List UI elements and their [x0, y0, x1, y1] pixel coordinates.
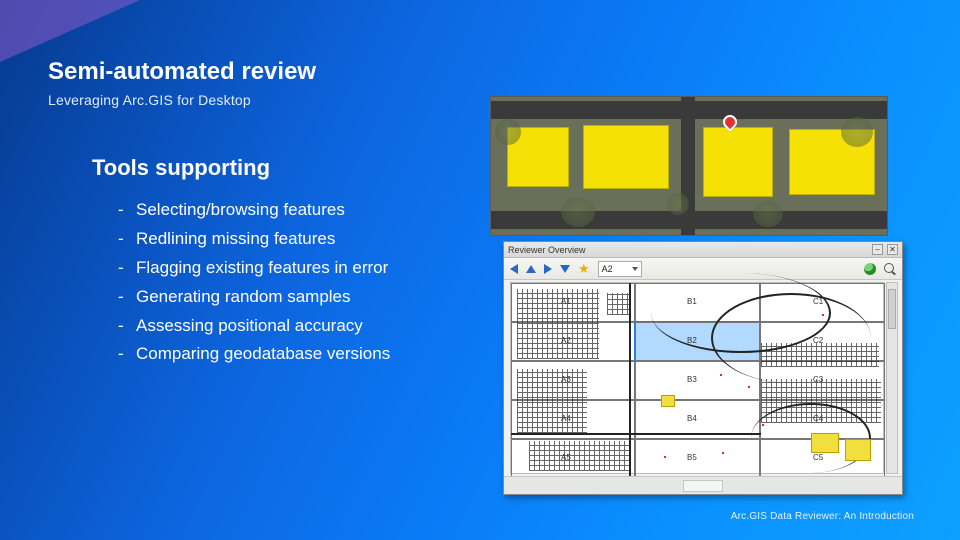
reviewer-titlebar: Reviewer Overview – ✕ [504, 242, 902, 258]
magnifier-icon[interactable] [884, 263, 896, 275]
bullet-item: Redlining missing features [118, 225, 390, 254]
reviewer-statusbar [504, 476, 902, 494]
slide-subtitle: Leveraging Arc.GIS for Desktop [48, 92, 251, 108]
slide-footer: Arc.GIS Data Reviewer: An Introduction [731, 511, 914, 522]
reviewer-window: Reviewer Overview – ✕ ★ A2 [503, 241, 903, 495]
cell-label: B5 [687, 453, 697, 462]
cell-select-value: A2 [602, 264, 613, 274]
arrow-up-icon[interactable] [526, 265, 536, 273]
bullet-item: Flagging existing features in error [118, 254, 390, 283]
arrow-down-icon[interactable] [560, 265, 570, 273]
cell-select-combo[interactable]: A2 [598, 261, 642, 277]
aerial-image [490, 96, 888, 236]
bullet-list: Selecting/browsing features Redlining mi… [118, 196, 390, 369]
section-heading: Tools supporting [92, 155, 270, 181]
reviewer-title: Reviewer Overview [508, 245, 586, 255]
bullet-item: Selecting/browsing features [118, 196, 390, 225]
corner-accent [0, 0, 140, 62]
star-icon[interactable]: ★ [578, 263, 590, 275]
close-button[interactable]: ✕ [887, 244, 898, 255]
slide-title: Semi-automated review [48, 58, 316, 86]
reviewer-canvas[interactable]: A1 B1 C1 A2 B2 C2 A3 B3 C3 A4 B4 C4 A5 B… [510, 282, 884, 474]
bullet-item: Generating random samples [118, 283, 390, 312]
cell-label: B3 [687, 375, 697, 384]
bullet-item: Comparing geodatabase versions [118, 340, 390, 369]
bullet-item: Assessing positional accuracy [118, 312, 390, 341]
cell-label: B4 [687, 414, 697, 423]
scrollbar-thumb[interactable] [888, 289, 896, 329]
minimize-button[interactable]: – [872, 244, 883, 255]
slide: Semi-automated review Leveraging Arc.GIS… [0, 0, 960, 540]
arrow-right-icon[interactable] [544, 264, 552, 274]
arrow-left-icon[interactable] [510, 264, 518, 274]
globe-icon[interactable] [864, 263, 876, 275]
status-tab[interactable] [683, 480, 723, 492]
vertical-scrollbar[interactable] [886, 282, 898, 474]
